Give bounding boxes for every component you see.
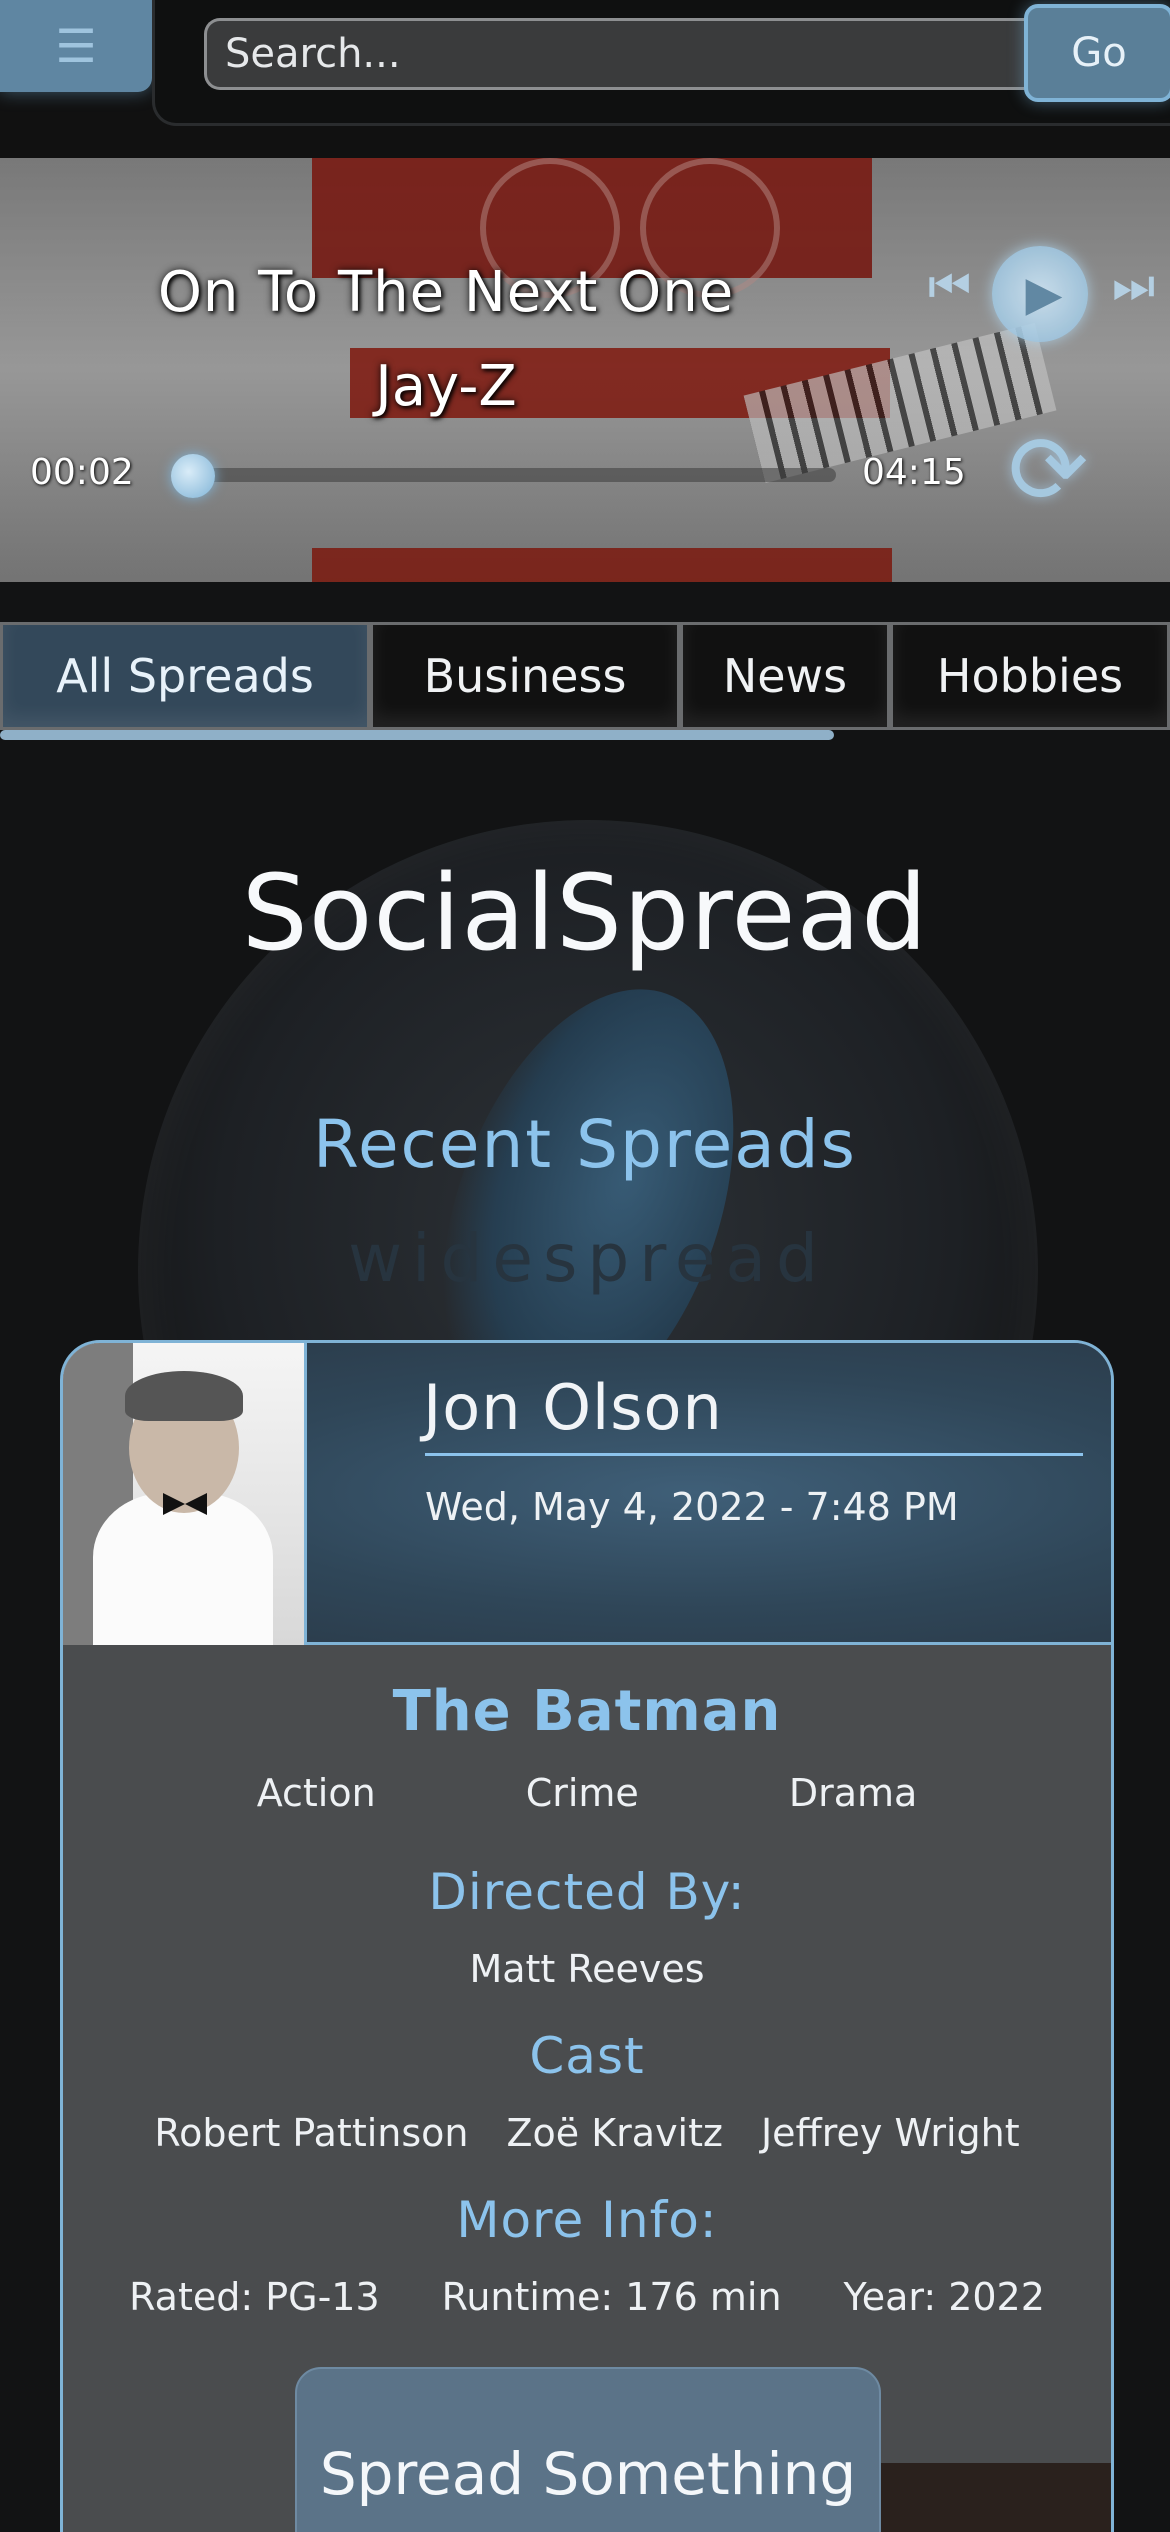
section-title: Recent Spreads: [313, 1106, 857, 1183]
current-time: 00:02: [30, 452, 134, 493]
play-icon: ▶: [1025, 266, 1063, 322]
runtime: Runtime: 176 min: [441, 2275, 782, 2319]
hamburger-icon: ☰: [55, 19, 97, 73]
tab-business[interactable]: Business: [370, 622, 680, 730]
movie-title[interactable]: The Batman: [63, 1679, 1111, 1744]
song-title: On To The Next One: [157, 260, 735, 325]
divider: [425, 1453, 1083, 1456]
menu-button[interactable]: ☰: [0, 0, 152, 92]
song-artist: Jay-Z: [375, 354, 517, 419]
tab-all-spreads[interactable]: All Spreads: [0, 622, 370, 730]
spread-something-button[interactable]: Spread Something: [295, 2367, 881, 2532]
more-info-label: More Info:: [456, 2191, 718, 2249]
repeat-icon[interactable]: ⟳: [1008, 422, 1088, 518]
play-button[interactable]: ▶: [992, 246, 1088, 342]
spread-card: Jon Olson Wed, May 4, 2022 - 7:48 PM The…: [60, 1340, 1114, 2532]
card-header: Jon Olson Wed, May 4, 2022 - 7:48 PM: [63, 1343, 1111, 1645]
music-player: On To The Next One Jay-Z 00:02 04:15 ⏮ ▶…: [0, 158, 1170, 582]
cast-member: Robert Pattinson: [154, 2111, 469, 2155]
year: Year: 2022: [843, 2275, 1045, 2319]
rating: Rated: PG-13: [129, 2275, 380, 2319]
next-icon[interactable]: ⏭: [1112, 258, 1155, 315]
user-name[interactable]: Jon Olson: [423, 1371, 723, 1444]
director-name: Matt Reeves: [469, 1947, 705, 1991]
search-input[interactable]: [204, 18, 1034, 90]
directed-by-label: Directed By:: [428, 1863, 746, 1921]
tabs-scrollbar[interactable]: [0, 730, 834, 740]
post-date: Wed, May 4, 2022 - 7:48 PM: [425, 1485, 959, 1529]
site-title: SocialSpread: [241, 852, 929, 974]
genre: Drama: [788, 1771, 918, 1815]
category-tabs: All Spreads Business News Hobbies: [0, 622, 1170, 730]
genre-list: Action Crime Drama: [63, 1771, 1111, 1815]
progress-handle[interactable]: [171, 454, 216, 498]
cast-list: Robert Pattinson Zoë Kravitz Jeffrey Wri…: [63, 2111, 1111, 2155]
cast-label: Cast: [529, 2027, 645, 2085]
tab-news[interactable]: News: [680, 622, 890, 730]
genre: Action: [256, 1771, 376, 1815]
cast-member: Jeffrey Wright: [760, 2111, 1020, 2155]
previous-icon[interactable]: ⏮: [928, 258, 971, 315]
top-bar: ☰ Go: [0, 0, 1170, 158]
go-button[interactable]: Go: [1024, 4, 1170, 102]
logo-watermark-text: widespread: [348, 1220, 828, 1297]
more-info: Rated: PG-13 Runtime: 176 min Year: 2022: [63, 2275, 1111, 2319]
cast-member: Zoë Kravitz: [506, 2111, 723, 2155]
next-card-peek: [881, 2463, 1111, 2532]
genre: Crime: [525, 1771, 639, 1815]
tab-hobbies[interactable]: Hobbies: [890, 622, 1170, 730]
progress-track[interactable]: [186, 468, 836, 482]
total-time: 04:15: [862, 452, 966, 493]
avatar[interactable]: [63, 1343, 307, 1645]
